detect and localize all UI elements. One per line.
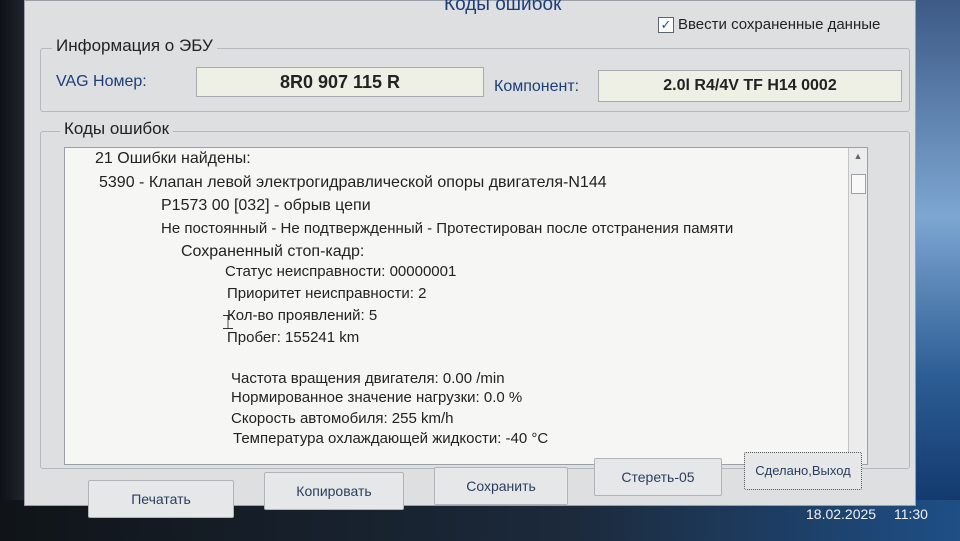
fault-count-line: 21 Ошибки найдены: [95, 150, 251, 167]
clear-button[interactable]: Стереть-05 [594, 458, 722, 496]
save-button[interactable]: Сохранить [434, 467, 568, 505]
normalized-load-line: Нормированное значение нагрузки: 0.0 % [231, 389, 523, 406]
fault-codes-legend: Коды ошибок [60, 119, 174, 139]
fault-status-value-line: Статус неисправности: 00000001 [225, 263, 457, 280]
coolant-temperature-line: Температура охлаждающей жидкости: -40 °C [233, 430, 549, 447]
copy-button[interactable]: Копировать [264, 472, 404, 510]
done-exit-button[interactable]: Сделано,Выход [744, 452, 862, 490]
text-cursor-icon: ⌶ [222, 312, 234, 334]
occurrence-count-line: Кол-во проявлений: 5 [227, 307, 378, 324]
mileage-line: Пробег: 155241 km [227, 329, 360, 346]
ecu-info-legend: Информация о ЭБУ [52, 36, 217, 56]
print-button[interactable]: Печатать [88, 480, 234, 518]
component-label: Компонент: [494, 78, 580, 95]
list-scrollbar[interactable]: ▲ ▼ [848, 148, 867, 464]
window-title: Коды ошибок [444, 0, 562, 15]
screen-bezel [0, 0, 24, 541]
fault-priority-line: Приоритет неисправности: 2 [227, 285, 427, 302]
vag-number-label: VAG Номер: [56, 73, 147, 90]
taskbar-time: 11:30 [893, 506, 928, 522]
fault-status-line: Не постоянный - Не подтвержденный - Прот… [161, 220, 734, 237]
fault-codes-list[interactable]: 21 Ошибки найдены: 5390 - Клапан левой э… [64, 147, 868, 465]
engine-speed-line: Частота вращения двигателя: 0.00 /min [231, 370, 505, 387]
fault-code-line: 5390 - Клапан левой электрогидравлическо… [99, 174, 607, 191]
save-data-label: Ввести сохраненные данные [678, 16, 881, 33]
component-value: 2.0l R4/4V TF H14 0002 [598, 70, 902, 102]
scroll-thumb[interactable] [851, 174, 866, 194]
vehicle-speed-line: Скорость автомобиля: 255 km/h [231, 410, 454, 427]
taskbar-date: 18.02.2025 [806, 506, 877, 522]
vag-number-value: 8R0 907 115 R [196, 67, 484, 97]
taskbar-datetime: 18.02.2025 11:30 [806, 506, 928, 522]
scroll-up-arrow-icon[interactable]: ▲ [849, 148, 867, 164]
checkmark-icon[interactable]: ✓ [658, 16, 674, 33]
freeze-frame-line: Сохраненный стоп-кадр: [181, 243, 365, 260]
obd-code-line: P1573 00 [032] - обрыв цепи [161, 197, 371, 214]
save-data-checkbox[interactable]: ✓ Ввести сохраненные данные [658, 16, 880, 33]
